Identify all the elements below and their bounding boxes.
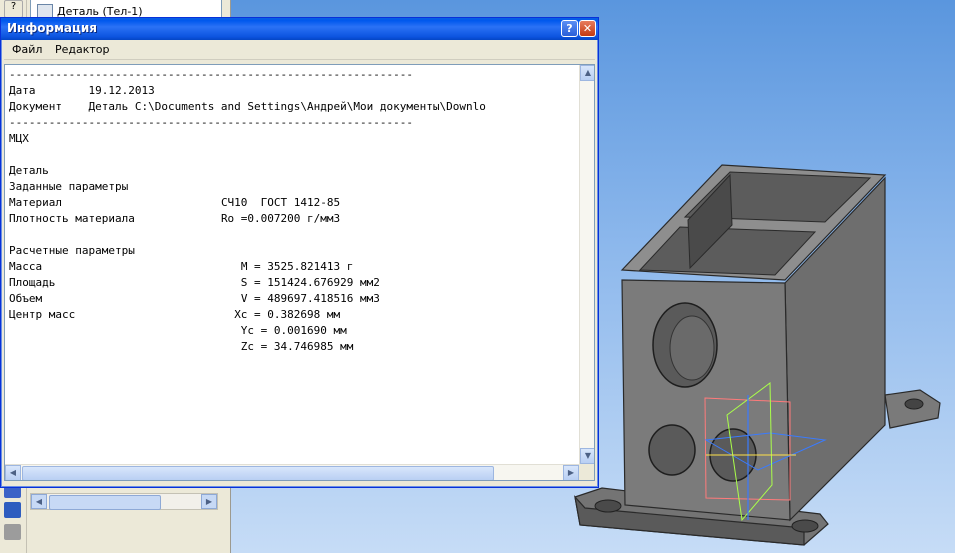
separator-line: ----------------------------------------… xyxy=(9,116,413,129)
report-text-area[interactable]: ----------------------------------------… xyxy=(4,64,595,481)
material-label: Материал xyxy=(9,196,62,209)
document-label: Документ xyxy=(9,100,62,113)
report-content: ----------------------------------------… xyxy=(9,67,574,355)
toolbar-layers-icon[interactable] xyxy=(4,502,21,518)
toolbar-help-icon[interactable]: ? xyxy=(4,0,23,18)
scroll-thumb[interactable] xyxy=(22,466,494,480)
calc-params-title: Расчетные параметры xyxy=(9,244,135,257)
menu-bar: Файл Редактор xyxy=(4,40,595,60)
center-mass-label: Центр масс xyxy=(9,308,76,321)
density-value: Ro =0.007200 г/мм3 xyxy=(220,212,341,225)
tree-horizontal-scrollbar[interactable]: ◀ ▶ xyxy=(30,493,218,510)
area-value: S = 151424.676929 мм2 xyxy=(240,276,380,289)
horizontal-scrollbar[interactable]: ◀ ▶ xyxy=(5,464,579,480)
close-button[interactable]: ✕ xyxy=(579,20,596,37)
area-label: Площадь xyxy=(9,276,56,289)
date-label: Дата xyxy=(9,84,36,97)
vertical-scrollbar[interactable]: ▲ ▼ xyxy=(579,65,594,464)
volume-value: V = 489697.418516 мм3 xyxy=(240,292,380,305)
window-titlebar[interactable]: Информация ? ✕ xyxy=(1,18,598,40)
help-button[interactable]: ? xyxy=(561,20,578,37)
date-value: 19.12.2013 xyxy=(88,84,155,97)
xc-value: Xc = 0.382698 мм xyxy=(234,308,341,321)
menu-editor[interactable]: Редактор xyxy=(55,43,110,56)
menu-file[interactable]: Файл xyxy=(12,43,42,56)
section-title: МЦХ xyxy=(9,132,29,145)
tree-item-label: Деталь (Тел-1) xyxy=(57,4,143,18)
scroll-thumb[interactable] xyxy=(49,495,161,510)
mass-value: M = 3525.821413 г xyxy=(240,260,354,273)
scroll-up-icon[interactable]: ▲ xyxy=(580,65,594,81)
zc-value: Zc = 34.746985 мм xyxy=(240,340,354,353)
given-params-title: Заданные параметры xyxy=(9,180,129,193)
part-icon xyxy=(37,4,53,18)
mass-label: Масса xyxy=(9,260,43,273)
info-window: Информация ? ✕ Файл Редактор -----------… xyxy=(0,17,599,488)
document-value: Деталь C:\Documents and Settings\Андрей\… xyxy=(88,100,486,113)
separator-line: ----------------------------------------… xyxy=(9,68,413,81)
yc-value: Yc = 0.001690 мм xyxy=(240,324,347,337)
density-label: Плотность материала xyxy=(9,212,135,225)
window-title: Информация xyxy=(7,21,97,35)
toolbar-copy-icon[interactable] xyxy=(4,524,21,540)
scroll-right-icon[interactable]: ▶ xyxy=(563,465,579,480)
resize-grip[interactable] xyxy=(579,464,594,480)
object-title: Деталь xyxy=(9,164,49,177)
scroll-left-icon[interactable]: ◀ xyxy=(5,465,21,480)
scroll-right-icon[interactable]: ▶ xyxy=(201,494,217,509)
scroll-left-icon[interactable]: ◀ xyxy=(31,494,47,509)
volume-label: Объем xyxy=(9,292,43,305)
material-value: СЧ10 ГОСТ 1412-85 xyxy=(220,196,341,209)
scroll-down-icon[interactable]: ▼ xyxy=(580,448,594,464)
